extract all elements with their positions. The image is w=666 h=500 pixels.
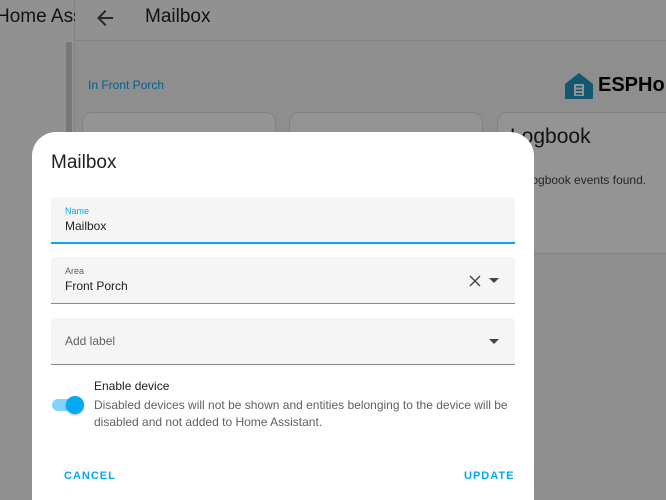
toggle-thumb [66, 396, 84, 414]
area-field[interactable]: Area Front Porch [51, 257, 515, 304]
cancel-button[interactable]: CANCEL [64, 470, 116, 482]
chevron-down-icon[interactable] [489, 339, 499, 345]
area-field-value[interactable]: Front Porch [65, 279, 128, 293]
area-field-label: Area [65, 266, 85, 276]
name-field-label: Name [65, 206, 90, 216]
name-field[interactable]: Name Mailbox [51, 197, 515, 244]
update-button[interactable]: UPDATE [464, 470, 514, 482]
name-field-value[interactable]: Mailbox [65, 219, 106, 233]
enable-device-toggle[interactable] [52, 396, 84, 414]
label-field-placeholder[interactable]: Add label [65, 334, 115, 348]
enable-device-description: Disabled devices will not be shown and e… [94, 398, 508, 429]
enable-device-title: Enable device [94, 379, 170, 393]
dialog-title: Mailbox [51, 152, 117, 173]
clear-icon[interactable] [469, 275, 481, 287]
chevron-down-icon[interactable] [489, 278, 499, 284]
device-settings-dialog: Mailbox Name Mailbox Area Front Porch Ad… [32, 132, 534, 500]
label-field[interactable]: Add label [51, 318, 515, 365]
